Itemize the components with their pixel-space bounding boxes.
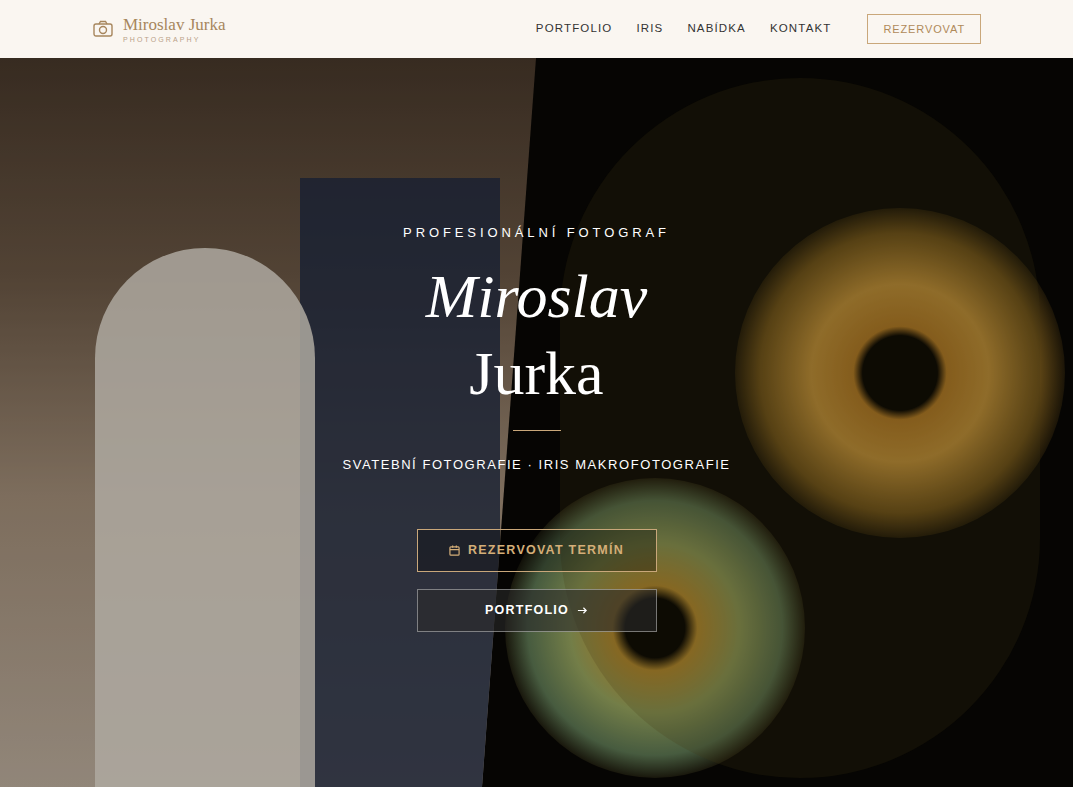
hero-first-name: Miroslav [426, 258, 648, 335]
camera-icon [93, 20, 113, 38]
nav-link[interactable]: PORTFOLIO [536, 20, 613, 37]
hero-divider [513, 430, 561, 431]
hero-eyebrow: PROFESIONÁLNÍ FOTOGRAF [403, 225, 670, 241]
hero-services: SVATEBNÍ FOTOGRAFIE · IRIS MAKROFOTOGRAF… [342, 457, 730, 473]
nav-link[interactable]: KONTAKT [770, 20, 832, 37]
button-label: REZERVOVAT TERMÍN [468, 541, 624, 560]
logo[interactable]: Miroslav Jurka PHOTOGRAPHY [93, 16, 225, 43]
logo-tagline: PHOTOGRAPHY [123, 36, 225, 43]
nav-link[interactable]: IRIS [636, 20, 663, 37]
main-nav: PORTFOLIO IRIS NABÍDKA KONTAKT REZERVOVAT [536, 14, 981, 45]
hero-last-name: Jurka [469, 335, 603, 412]
portfolio-button[interactable]: PORTFOLIO [417, 589, 657, 632]
hero: PROFESIONÁLNÍ FOTOGRAF Miroslav Jurka SV… [0, 58, 1073, 787]
top-bar: Miroslav Jurka PHOTOGRAPHY PORTFOLIO IRIS… [0, 0, 1073, 58]
button-label: PORTFOLIO [485, 601, 569, 620]
reserve-button[interactable]: REZERVOVAT [867, 14, 981, 45]
nav-link[interactable]: NABÍDKA [687, 20, 746, 37]
arrow-right-icon [577, 605, 588, 616]
book-date-button[interactable]: REZERVOVAT TERMÍN [417, 529, 657, 572]
calendar-icon [449, 545, 460, 556]
logo-name: Miroslav Jurka [123, 16, 225, 33]
